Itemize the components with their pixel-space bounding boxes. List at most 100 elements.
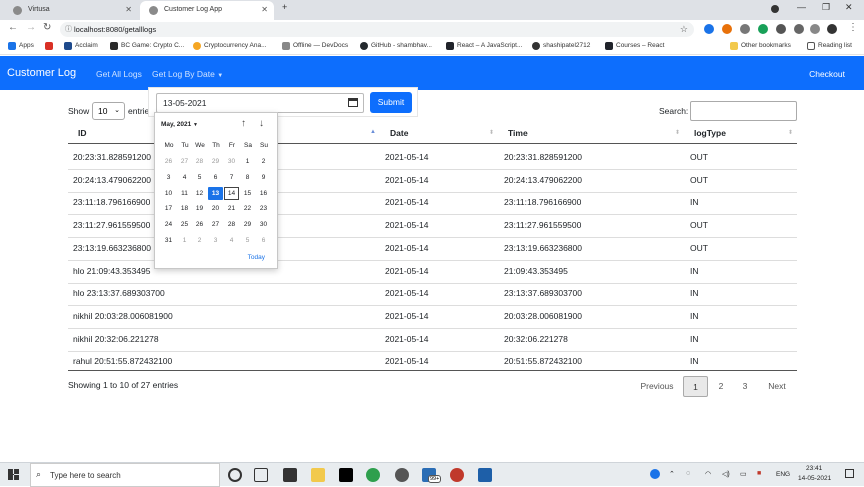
bookmark-reading-list[interactable]: Reading list [807, 42, 852, 50]
chevron-up-icon[interactable]: ⌃ [669, 470, 675, 478]
chrome-icon[interactable] [366, 468, 380, 482]
calendar-day[interactable]: 1 [177, 234, 192, 247]
brand[interactable]: Customer Log [7, 67, 76, 79]
calendar-day[interactable]: 8 [240, 171, 255, 184]
language-indicator[interactable]: ENG [776, 471, 790, 478]
settings-gear-icon[interactable] [395, 468, 409, 482]
extension-icon[interactable] [776, 24, 786, 34]
close-window-button[interactable]: ✕ [845, 2, 853, 13]
wifi-icon[interactable]: ◠ [705, 470, 711, 478]
calendar-day[interactable]: 6 [256, 234, 271, 247]
calendar-day[interactable]: 5 [240, 234, 255, 247]
calendar-day[interactable]: 25 [177, 218, 192, 231]
calendar-day[interactable]: 30 [224, 155, 239, 168]
calendar-day[interactable]: 23 [256, 202, 271, 215]
calendar-day[interactable]: 17 [161, 202, 176, 215]
calendar-day[interactable]: 29 [240, 218, 255, 231]
bookmark-github[interactable]: GitHub - shambhav... [360, 42, 432, 50]
calendar-day[interactable]: 26 [192, 218, 207, 231]
hp-icon[interactable] [704, 24, 714, 34]
pagination-page-2[interactable]: 2 [710, 376, 732, 397]
calendar-day[interactable]: 4 [224, 234, 239, 247]
calendar-day[interactable]: 28 [224, 218, 239, 231]
pagination-next[interactable]: Next [762, 376, 792, 397]
tab-virtusa[interactable]: Virtusa ✕ [4, 1, 138, 20]
task-view-icon[interactable] [254, 468, 268, 482]
bookmark-bc-game[interactable]: BC Game: Crypto C... [110, 42, 184, 50]
extension-icon[interactable] [740, 24, 750, 34]
calendar-day[interactable]: 27 [177, 155, 192, 168]
calendar-day[interactable]: 10 [161, 187, 176, 200]
calendar-day[interactable]: 21 [224, 202, 239, 215]
calendar-day[interactable]: 1 [240, 155, 255, 168]
pagination-page-1[interactable]: 1 [683, 376, 708, 397]
new-tab-button[interactable]: + [282, 2, 287, 12]
calendar-month-select[interactable]: May, 2021 ▼ [161, 121, 198, 128]
taskbar-search[interactable]: ⌕ Type here to search [30, 463, 220, 487]
search-input[interactable] [690, 101, 797, 121]
arrow-up-icon[interactable]: ↑ [241, 118, 246, 129]
record-icon[interactable] [771, 5, 779, 13]
netflix-icon[interactable] [339, 468, 353, 482]
network-icon[interactable]: ◌ [686, 470, 690, 477]
calendar-day[interactable]: 30 [256, 218, 271, 231]
calendar-day[interactable]: 3 [208, 234, 223, 247]
speaker-icon[interactable]: ◁) [722, 470, 730, 478]
clock-time[interactable]: 23:41 [806, 465, 822, 472]
menu-dots-icon[interactable]: ⋮ [848, 22, 858, 33]
nav-get-log-by-date[interactable]: Get Log By Date ▼ [152, 69, 223, 79]
calendar-day[interactable]: 16 [256, 187, 271, 200]
calendar-day[interactable]: 28 [192, 155, 207, 168]
calendar-day[interactable]: 12 [192, 187, 207, 200]
calendar-day[interactable]: 13 [208, 186, 223, 200]
bookmark-devdocs[interactable]: Offline — DevDocs [282, 42, 348, 50]
app-icon[interactable] [450, 468, 464, 482]
bookmark-cryptocurrency[interactable]: Cryptocurrency Ana... [193, 42, 267, 50]
calendar-day[interactable]: 2 [192, 234, 207, 247]
store-icon[interactable] [283, 468, 297, 482]
extension-icon[interactable] [722, 24, 732, 34]
close-icon[interactable]: ✕ [125, 1, 132, 19]
close-icon[interactable]: ✕ [261, 1, 268, 19]
star-icon[interactable]: ☆ [680, 22, 688, 37]
calendar-day[interactable]: 24 [161, 218, 176, 231]
app-tray-icon[interactable]: ■ [757, 470, 761, 477]
column-header-time[interactable]: Time [508, 128, 528, 138]
calendar-day[interactable]: 2 [256, 155, 271, 168]
forward-icon[interactable]: → [26, 22, 36, 33]
calendar-day[interactable]: 22 [240, 202, 255, 215]
bookmark-courses-react[interactable]: Courses – React [605, 42, 664, 50]
pagination-previous[interactable]: Previous [634, 376, 680, 397]
calendar-day[interactable]: 29 [208, 155, 223, 168]
nav-get-all-logs[interactable]: Get All Logs [96, 69, 142, 79]
notification-icon[interactable] [845, 469, 854, 478]
calendar-day[interactable]: 4 [177, 171, 192, 184]
avatar[interactable] [827, 24, 837, 34]
calendar-day[interactable]: 27 [208, 218, 223, 231]
column-header-logtype[interactable]: logType [694, 128, 726, 138]
bookmark-apps[interactable]: Apps [8, 42, 34, 50]
extension-icon[interactable] [758, 24, 768, 34]
tab-customer-log-app[interactable]: Customer Log App ✕ [140, 1, 274, 20]
calendar-day[interactable]: 20 [208, 202, 223, 215]
calendar-day[interactable]: 18 [177, 202, 192, 215]
calendar-day[interactable]: 26 [161, 155, 176, 168]
calendar-day[interactable]: 14 [224, 186, 239, 200]
date-input[interactable]: 13-05-2021 [156, 93, 364, 113]
help-icon[interactable] [650, 469, 660, 479]
pagination-page-3[interactable]: 3 [734, 376, 756, 397]
calendar-day[interactable]: 9 [256, 171, 271, 184]
bookmark-other[interactable]: Other bookmarks [730, 42, 791, 50]
file-explorer-icon[interactable] [311, 468, 325, 482]
back-icon[interactable]: ← [8, 22, 18, 33]
submit-button[interactable]: Submit [370, 92, 412, 113]
clock-date[interactable]: 14-05-2021 [798, 475, 831, 482]
bookmark-react[interactable]: React – A JavaScript... [446, 42, 522, 50]
calendar-day[interactable]: 3 [161, 171, 176, 184]
bookmark-acclaim[interactable]: Acclaim [64, 42, 98, 50]
url-field[interactable]: ⓘ localhost:8080/getalllogs ☆ [60, 22, 694, 37]
minimize-button[interactable]: — [797, 2, 806, 12]
calendar-day[interactable]: 31 [161, 234, 176, 247]
column-header-date[interactable]: Date [390, 128, 408, 138]
column-header-id[interactable]: ID [78, 128, 87, 138]
